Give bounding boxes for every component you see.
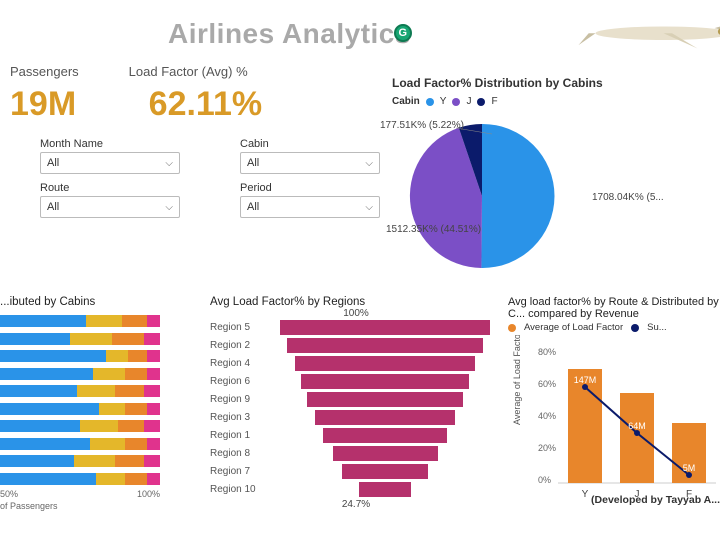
- pie-data-label: 1708.04K% (5...: [592, 192, 664, 203]
- stacked-bar-row: [0, 384, 208, 398]
- chart-title: ...ibuted by Cabins: [0, 296, 208, 308]
- filter-label: Month Name: [40, 138, 180, 150]
- svg-text:40%: 40%: [538, 411, 556, 421]
- stacked-bar-row: [0, 402, 208, 416]
- data-label: 64M: [628, 421, 646, 431]
- funnel-row-label: Region 5: [210, 322, 268, 333]
- svg-text:20%: 20%: [538, 443, 556, 453]
- funnel-bar: [280, 320, 490, 335]
- kpi-passengers: Passengers 19M: [10, 64, 79, 124]
- funnel-bar: [333, 446, 438, 461]
- filter-group-month: Month Name All⌵: [40, 138, 180, 174]
- kpi-value: 19M: [10, 85, 79, 124]
- funnel-row-label: Region 9: [210, 394, 268, 405]
- funnel-row: Region 8: [210, 445, 502, 461]
- funnel-row-label: Region 2: [210, 340, 268, 351]
- credit-text: (Developed by Tayyab A...: [591, 494, 720, 506]
- funnel-row: Region 5: [210, 319, 502, 335]
- funnel-row: Region 4: [210, 355, 502, 371]
- chart-title: Load Factor% Distribution by Cabins: [392, 76, 720, 90]
- funnel-row: Region 6: [210, 373, 502, 389]
- chart-legend: Cabin Y J F: [392, 96, 720, 107]
- svg-text:60%: 60%: [538, 379, 556, 389]
- pie-data-label: 177.51K% (5.22%): [380, 120, 464, 131]
- pie-data-label: 1512.35K% (44.51%): [386, 224, 481, 235]
- chart-combo-route[interactable]: Avg load factor% by Route & Distributed …: [508, 296, 720, 506]
- funnel-row-label: Region 1: [210, 430, 268, 441]
- x-axis: 50%100%: [0, 489, 160, 499]
- data-label: 147M: [574, 375, 597, 385]
- chart-title: Avg load factor% by Route & Distributed …: [508, 296, 720, 320]
- chevron-down-icon: ⌵: [165, 158, 173, 169]
- combo-svg: 80% 60% 40% 20% 0% Average of Load Factor 14…: [508, 335, 718, 503]
- filter-group-route: Route All⌵: [40, 182, 180, 218]
- stacked-bar-row: [0, 367, 208, 381]
- funnel-bar: [287, 338, 482, 353]
- kpi-value: 62.11%: [149, 85, 262, 124]
- funnel-top-label: 100%: [210, 308, 502, 319]
- filter-label: Period: [240, 182, 380, 194]
- funnel-row: Region 7: [210, 463, 502, 479]
- filter-label: Cabin: [240, 138, 380, 150]
- funnel-row: Region 10: [210, 481, 502, 497]
- stacked-bar-row: [0, 349, 208, 363]
- funnel-bar: [315, 410, 456, 425]
- chart-pie-cabins[interactable]: Load Factor% Distribution by Cabins Cabi…: [392, 76, 720, 284]
- route-select[interactable]: All⌵: [40, 196, 180, 218]
- funnel-bar: [307, 392, 462, 407]
- leader-line: [456, 120, 496, 138]
- chart-stacked-cabins[interactable]: ...ibuted by Cabins 50%100% of Passenger…: [0, 296, 208, 511]
- filter-label: Route: [40, 182, 180, 194]
- funnel-row-label: Region 4: [210, 358, 268, 369]
- cabin-select[interactable]: All⌵: [240, 152, 380, 174]
- chevron-down-icon: ⌵: [165, 202, 173, 213]
- chevron-down-icon: ⌵: [365, 202, 373, 213]
- funnel-bar: [323, 428, 447, 443]
- kpi-label: Load Factor (Avg) %: [129, 64, 262, 79]
- funnel-bottom-label: 24.7%: [210, 499, 502, 510]
- funnel-bar: [301, 374, 469, 389]
- stacked-bar-row: [0, 314, 208, 328]
- airplane-image: [570, 6, 720, 52]
- stacked-bar-row: [0, 454, 208, 468]
- funnel-row-label: Region 10: [210, 484, 268, 495]
- chart-legend: Average of Load Factor Su...: [508, 322, 720, 333]
- svg-text:Y: Y: [582, 489, 589, 500]
- x-axis-title: of Passengers: [0, 501, 208, 511]
- funnel-bar: [342, 464, 428, 479]
- filter-group-period: Period All⌵: [240, 182, 380, 218]
- stacked-bar-row: [0, 419, 208, 433]
- svg-text:0%: 0%: [538, 475, 551, 485]
- stacked-bar-row: [0, 332, 208, 346]
- page-title: Airlines Analytics G: [168, 18, 411, 50]
- funnel-row-label: Region 6: [210, 376, 268, 387]
- chevron-down-icon: ⌵: [365, 158, 373, 169]
- funnel-bar: [295, 356, 476, 371]
- funnel-bar: [359, 482, 412, 497]
- grammarly-icon: G: [394, 24, 412, 42]
- funnel-row: Region 1: [210, 427, 502, 443]
- period-select[interactable]: All⌵: [240, 196, 380, 218]
- kpi-label: Passengers: [10, 64, 79, 79]
- y-axis-title: Average of Load Factor: [512, 335, 522, 425]
- month-select[interactable]: All⌵: [40, 152, 180, 174]
- chart-funnel-regions[interactable]: Avg Load Factor% by Regions 100% Region …: [210, 296, 502, 510]
- funnel-row: Region 9: [210, 391, 502, 407]
- funnel-row: Region 3: [210, 409, 502, 425]
- funnel-row-label: Region 3: [210, 412, 268, 423]
- chart-title: Avg Load Factor% by Regions: [210, 296, 502, 308]
- stacked-bar-row: [0, 437, 208, 451]
- kpi-load-factor: Load Factor (Avg) % 62.11%: [129, 64, 262, 124]
- funnel-row: Region 2: [210, 337, 502, 353]
- data-label: 5M: [683, 463, 696, 473]
- stacked-bar-row: [0, 472, 208, 486]
- funnel-row-label: Region 7: [210, 466, 268, 477]
- filter-group-cabin: Cabin All⌵: [240, 138, 380, 174]
- svg-text:80%: 80%: [538, 347, 556, 357]
- funnel-row-label: Region 8: [210, 448, 268, 459]
